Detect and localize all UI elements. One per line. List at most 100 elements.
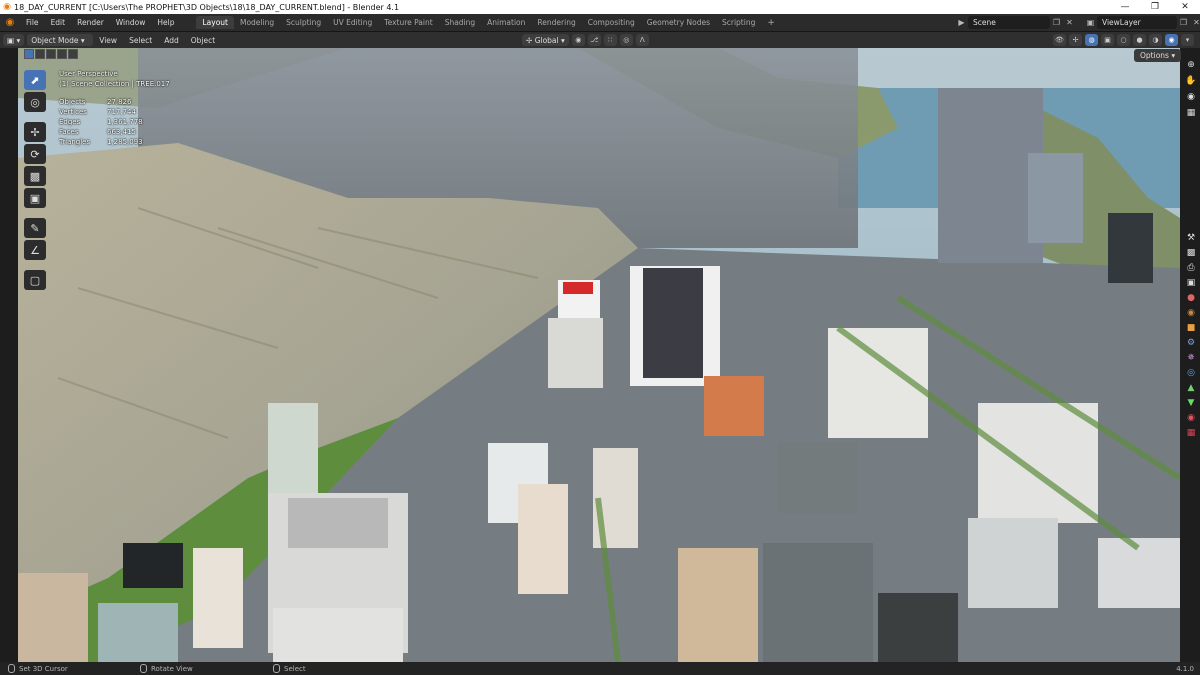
rendered-shading-icon[interactable]: ◉: [1165, 34, 1178, 46]
add-cube-icon[interactable]: ▢: [24, 270, 46, 290]
pool-building: [98, 603, 178, 662]
tab-sculpting[interactable]: Sculpting: [280, 16, 327, 29]
select-subtract-icon[interactable]: [46, 49, 56, 59]
minimize-button[interactable]: —: [1110, 0, 1140, 14]
white-flat-roof: [273, 608, 403, 662]
annotate-icon[interactable]: ✎: [24, 218, 46, 238]
tab-texture-paint[interactable]: Texture Paint: [378, 16, 438, 29]
view-layer-props-icon[interactable]: ▣: [1185, 277, 1197, 289]
perspective-label: User Perspective: [59, 70, 118, 78]
delete-scene-icon[interactable]: ✕: [1063, 16, 1076, 29]
overlays-icon[interactable]: ◍: [1085, 34, 1098, 46]
modifier-props-icon[interactable]: ⚙: [1185, 337, 1197, 349]
select-extend-icon[interactable]: [35, 49, 45, 59]
material-shading-icon[interactable]: ◑: [1149, 34, 1162, 46]
texture-props-icon[interactable]: ▦: [1185, 427, 1197, 439]
camera-view-icon[interactable]: ◉: [1187, 92, 1195, 102]
tab-shading[interactable]: Shading: [439, 16, 481, 29]
xray-icon[interactable]: ▣: [1101, 34, 1114, 46]
top-menubar: ◉ File Edit Render Window Help Layout Mo…: [0, 14, 1200, 32]
physics-props-icon[interactable]: ◎: [1185, 367, 1197, 379]
material-props-icon[interactable]: ◉: [1185, 412, 1197, 424]
menu-help[interactable]: Help: [151, 18, 180, 27]
tab-modeling[interactable]: Modeling: [234, 16, 280, 29]
pivot-point-icon[interactable]: ◉: [571, 34, 585, 46]
tab-rendering[interactable]: Rendering: [531, 16, 581, 29]
grey-block-front: [763, 543, 873, 662]
maximize-button[interactable]: ❐: [1140, 0, 1170, 14]
tab-uv-editing[interactable]: UV Editing: [327, 16, 378, 29]
menu-view[interactable]: View: [93, 36, 123, 45]
menu-file[interactable]: File: [20, 18, 45, 27]
falloff-icon[interactable]: Λ: [635, 34, 649, 46]
status-middle-text: Rotate View: [151, 664, 193, 673]
menu-add[interactable]: Add: [158, 36, 185, 45]
menu-render[interactable]: Render: [71, 18, 110, 27]
select-intersect-icon[interactable]: [68, 49, 78, 59]
copy-scene-icon[interactable]: ❐: [1050, 16, 1063, 29]
tower-right-2: [1028, 153, 1083, 243]
shading-options-icon[interactable]: ▾: [1181, 34, 1194, 46]
pan-hand-icon[interactable]: ✋: [1185, 76, 1196, 86]
select-box-icon[interactable]: ⬈: [24, 70, 46, 90]
delete-view-layer-icon[interactable]: ✕: [1190, 16, 1200, 29]
scene-icon[interactable]: ▶: [955, 16, 968, 29]
navigation-controls: ⊕ ✋ ◉ ▦: [1182, 60, 1200, 118]
orientation-icon: ✢: [526, 35, 533, 45]
scene-name-field[interactable]: Scene: [968, 16, 1050, 29]
tab-animation[interactable]: Animation: [481, 16, 531, 29]
menu-edit[interactable]: Edit: [45, 18, 72, 27]
measure-icon[interactable]: ∠: [24, 240, 46, 260]
beige-block: [678, 548, 758, 662]
menu-window[interactable]: Window: [110, 18, 152, 27]
render-props-icon[interactable]: ▩: [1185, 247, 1197, 259]
tool-props-icon[interactable]: ⚒: [1185, 232, 1197, 244]
editor-type-button[interactable]: ▣ ▾: [3, 34, 25, 46]
data-props-icon[interactable]: ▼: [1185, 397, 1197, 409]
select-new-icon[interactable]: [24, 49, 34, 59]
add-workspace-button[interactable]: +: [761, 18, 781, 28]
select-mode-buttons: [24, 49, 78, 59]
scale-icon[interactable]: ▩: [24, 166, 46, 186]
object-mode-dropdown[interactable]: Object Mode ▾: [27, 34, 94, 46]
move-icon[interactable]: ✢: [24, 122, 46, 142]
transform-icon[interactable]: ▣: [24, 188, 46, 208]
world-props-icon[interactable]: ◉: [1185, 307, 1197, 319]
orientation-dropdown[interactable]: ✢ Global ▾: [522, 34, 569, 46]
tab-compositing[interactable]: Compositing: [582, 16, 641, 29]
version-label: 4.1.0: [1176, 664, 1194, 673]
cursor-icon[interactable]: ◎: [24, 92, 46, 112]
close-button[interactable]: ✕: [1170, 0, 1200, 14]
options-dropdown[interactable]: Options ▾: [1134, 49, 1182, 62]
rotate-icon[interactable]: ⟳: [24, 144, 46, 164]
output-props-icon[interactable]: ⎙: [1185, 262, 1197, 274]
grid-view-icon[interactable]: ▦: [1187, 108, 1196, 118]
zoom-icon[interactable]: ⊕: [1187, 60, 1195, 70]
copy-view-layer-icon[interactable]: ❐: [1177, 16, 1190, 29]
window-titlebar: ◉ 18_DAY_CURRENT [C:\Users\The PROPHET\3…: [0, 0, 1200, 14]
proportional-edit-icon[interactable]: ◎: [619, 34, 633, 46]
particles-props-icon[interactable]: ✵: [1185, 352, 1197, 364]
view-layer-icon[interactable]: ▣: [1084, 16, 1097, 29]
menu-object[interactable]: Object: [185, 36, 221, 45]
view-layer-field[interactable]: ViewLayer: [1097, 16, 1177, 29]
tab-geometry-nodes[interactable]: Geometry Nodes: [641, 16, 716, 29]
gizmo-icon[interactable]: ✢: [1069, 34, 1082, 46]
solid-shading-icon[interactable]: ●: [1133, 34, 1146, 46]
snap-icon[interactable]: ⎇: [587, 34, 601, 46]
constraints-props-icon[interactable]: ▲: [1185, 382, 1197, 394]
collection-label: (1) Scene Collection | TREE.017: [59, 80, 170, 88]
3d-viewport[interactable]: [18, 48, 1180, 662]
menu-select[interactable]: Select: [123, 36, 158, 45]
blender-logo-icon[interactable]: ◉: [0, 14, 20, 32]
object-props-icon[interactable]: ■: [1185, 322, 1197, 334]
select-invert-icon[interactable]: [57, 49, 67, 59]
wireframe-shading-icon[interactable]: ○: [1117, 34, 1130, 46]
stat-label: Objects: [59, 98, 86, 106]
scene-props-icon[interactable]: ●: [1185, 292, 1197, 304]
snap-target-icon[interactable]: ∷: [603, 34, 617, 46]
visibility-icon[interactable]: 👁: [1053, 34, 1066, 46]
tab-scripting[interactable]: Scripting: [716, 16, 761, 29]
tab-layout[interactable]: Layout: [196, 16, 234, 29]
orientation-label: Global: [534, 35, 559, 45]
